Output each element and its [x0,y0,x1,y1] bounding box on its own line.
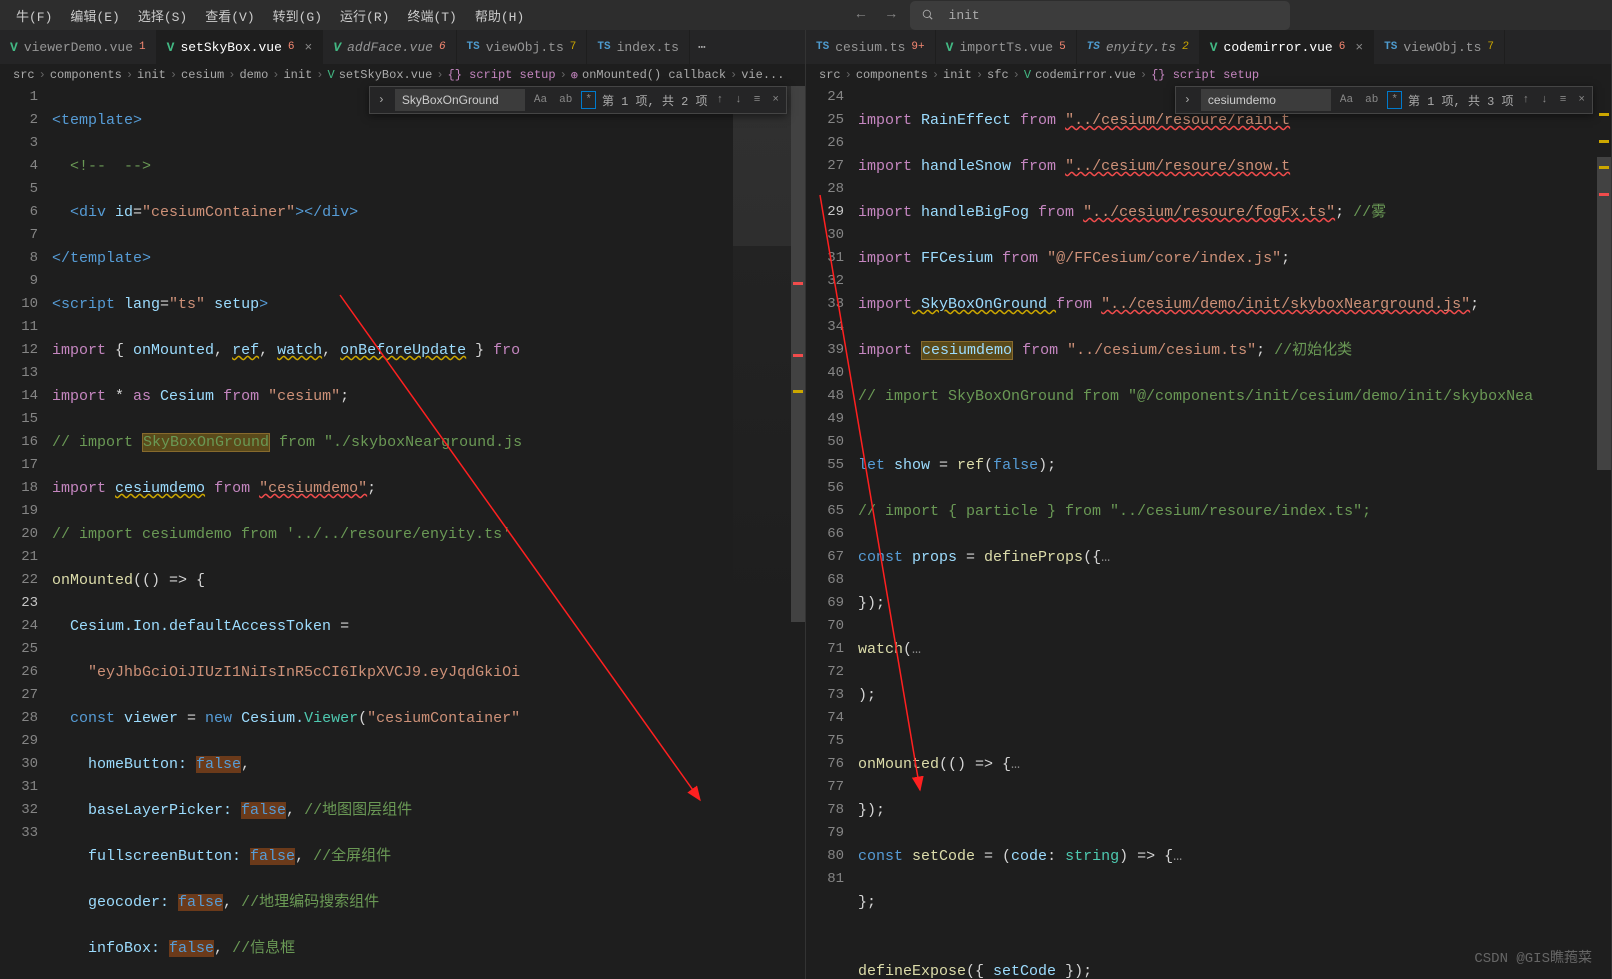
tab-importts[interactable]: VimportTs.vue5 [936,30,1077,64]
menubar: 牛(F) 编辑(E) 选择(S) 查看(V) 转到(G) 运行(R) 终端(T)… [0,0,1612,30]
breadcrumb-right[interactable]: src› components› init› sfc› Vcodemirror.… [806,64,1611,86]
gutter-right: 2425262728293031323334394048495055566566… [806,86,858,979]
tab-codemirror[interactable]: Vcodemirror.vue6× [1200,30,1374,64]
find-toggle[interactable]: › [1180,91,1195,109]
find-result: 第 1 项, 共 2 项 [602,92,708,109]
scrollbar-right[interactable] [1597,86,1611,979]
search-text: init [941,4,988,27]
command-center-search[interactable]: init [910,1,1290,30]
opt-regex[interactable]: * [581,91,596,109]
find-filter[interactable]: ≡ [1557,92,1570,108]
vue-icon: V [333,40,341,55]
tab-addface[interactable]: VaddFace.vue6 [323,30,456,64]
find-widget-right: › Aa ab * 第 1 项, 共 3 项 ↑ ↓ ≡ × [1175,86,1593,114]
editor-group-right: TScesium.ts9+ VimportTs.vue5 TSenyity.ts… [806,30,1612,979]
history-back[interactable]: ← [849,3,873,27]
find-toggle[interactable]: › [374,91,389,109]
menu-view[interactable]: 查看(V) [197,2,262,29]
find-input[interactable] [395,89,525,111]
tab-cesium-ts[interactable]: TScesium.ts9+ [806,30,936,64]
code-right[interactable]: import RainEffect from "../cesium/resour… [858,86,1597,979]
ts-icon: TS [816,41,829,53]
menu-terminal[interactable]: 终端(T) [399,2,464,29]
tabbar-right: TScesium.ts9+ VimportTs.vue5 TSenyity.ts… [806,30,1611,64]
breadcrumb-left[interactable]: src› components› init› cesium› demo› ini… [0,64,805,86]
find-input[interactable] [1201,89,1331,111]
editor-left[interactable]: 1234567891011121314151617181920212223242… [0,86,805,979]
tab-viewobj2[interactable]: TSviewObj.ts7 [1374,30,1505,64]
close-icon[interactable]: × [1355,40,1363,55]
vue-icon: V [1210,40,1218,55]
ts-icon: TS [597,41,610,53]
ts-icon: TS [1087,41,1100,53]
opt-case[interactable]: Aa [1337,92,1356,108]
tab-setskybox[interactable]: VsetSkyBox.vue6× [157,30,324,64]
tabbar-left: VviewerDemo.vue1 VsetSkyBox.vue6× VaddFa… [0,30,805,64]
tab-enyity-ts[interactable]: TSenyity.ts2 [1077,30,1200,64]
ts-icon: TS [1384,41,1397,53]
opt-word[interactable]: ab [556,92,575,108]
watermark: CSDN @GIS瞧菢菜 [1474,947,1592,967]
find-prev[interactable]: ↑ [714,92,727,108]
vue-icon: V [946,40,954,55]
minimap-left[interactable] [733,86,791,979]
find-prev[interactable]: ↑ [1520,92,1533,108]
code-left[interactable]: <template> <!-- --> <div id="cesiumConta… [52,86,733,979]
scrollbar-left[interactable] [791,86,805,979]
opt-regex[interactable]: * [1387,91,1402,109]
opt-case[interactable]: Aa [531,92,550,108]
find-close[interactable]: × [769,92,782,108]
gutter-left: 1234567891011121314151617181920212223242… [0,86,52,979]
tab-overflow[interactable]: ⋯ [690,30,714,64]
menu-select[interactable]: 选择(S) [130,2,195,29]
opt-word[interactable]: ab [1362,92,1381,108]
search-icon [922,9,935,22]
find-close[interactable]: × [1575,92,1588,108]
close-icon[interactable]: × [304,40,312,55]
ts-icon: TS [467,41,480,53]
vue-icon: V [167,40,175,55]
vue-icon: V [10,40,18,55]
find-next[interactable]: ↓ [1538,92,1551,108]
find-filter[interactable]: ≡ [751,92,764,108]
tab-viewerdemo[interactable]: VviewerDemo.vue1 [0,30,157,64]
tab-index-ts[interactable]: TSindex.ts [587,30,690,64]
tab-viewobj-ts[interactable]: TSviewObj.ts7 [457,30,588,64]
menu-file[interactable]: 牛(F) [8,2,60,29]
find-result: 第 1 项, 共 3 项 [1408,92,1514,109]
menu-run[interactable]: 运行(R) [332,2,397,29]
find-next[interactable]: ↓ [732,92,745,108]
editor-group-left: VviewerDemo.vue1 VsetSkyBox.vue6× VaddFa… [0,30,806,979]
history-forward[interactable]: → [879,3,903,27]
menu-go[interactable]: 转到(G) [265,2,330,29]
menu-edit[interactable]: 编辑(E) [62,2,127,29]
find-widget-left: › Aa ab * 第 1 项, 共 2 项 ↑ ↓ ≡ × [369,86,787,114]
editor-right[interactable]: 2425262728293031323334394048495055566566… [806,86,1611,979]
menu-help[interactable]: 帮助(H) [467,2,532,29]
